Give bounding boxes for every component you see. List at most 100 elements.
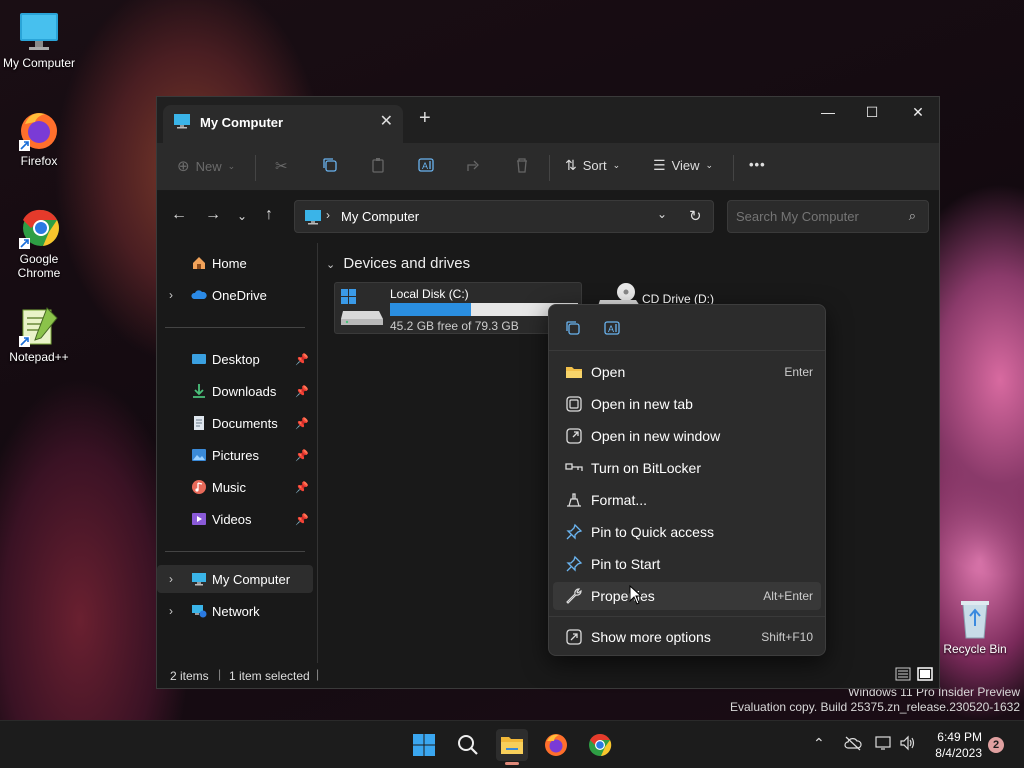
recent-locations-button[interactable]: ⌄: [237, 209, 247, 223]
clock[interactable]: 6:49 PM 8/4/2023: [922, 729, 982, 761]
delete-button[interactable]: [514, 157, 530, 173]
copy-icon[interactable]: [565, 320, 581, 339]
show-hidden-icons-button[interactable]: ⌃: [813, 735, 825, 752]
desktop-icon-notepadpp[interactable]: Notepad++: [1, 304, 77, 364]
maximize-button[interactable]: ☐: [849, 97, 895, 127]
search-button[interactable]: [452, 729, 484, 761]
status-bar: 2 items | 1 item selected |: [157, 664, 939, 688]
menu-item-label: Open in new window: [591, 428, 721, 444]
cloud-offline-icon[interactable]: [844, 735, 862, 754]
more-options-icon: [565, 628, 583, 646]
hard-drive-icon: [339, 287, 383, 330]
view-button[interactable]: ☰ View ⌄: [653, 157, 713, 174]
divider: [255, 155, 256, 181]
start-button[interactable]: [408, 729, 440, 761]
sidebar-item-my-computer[interactable]: › My Computer: [157, 565, 313, 593]
chevron-right-icon[interactable]: ›: [169, 604, 173, 618]
pin-icon[interactable]: 📌: [295, 481, 309, 494]
rename-icon[interactable]: A: [604, 320, 622, 339]
new-button[interactable]: ⊕ New ⌄: [177, 157, 235, 175]
pin-icon[interactable]: 📌: [295, 353, 309, 366]
address-path: My Computer: [341, 209, 420, 224]
volume-icon[interactable]: [899, 735, 917, 754]
tab-my-computer[interactable]: My Computer ✕: [163, 105, 403, 143]
new-tab-button[interactable]: +: [419, 107, 431, 130]
menu-item-label: Show more options: [591, 629, 711, 645]
group-header[interactable]: ⌄ Devices and drives: [326, 255, 470, 272]
network-icon[interactable]: [875, 735, 893, 754]
plus-circle-icon: ⊕: [177, 158, 190, 175]
menu-item-bitlocker[interactable]: Turn on BitLocker: [553, 454, 821, 482]
address-bar[interactable]: › My Computer ⌄ ↻: [294, 200, 714, 233]
menu-item-show-more-options[interactable]: Show more options Shift+F10: [553, 623, 821, 651]
desktop-icon-chrome[interactable]: Google Chrome: [1, 206, 77, 280]
tab-title: My Computer: [200, 115, 284, 130]
forward-button[interactable]: →: [205, 206, 221, 224]
share-button[interactable]: [466, 157, 482, 173]
minimize-button[interactable]: —: [805, 97, 851, 127]
context-menu: A Open Enter Open in new tab Open in new…: [548, 304, 826, 656]
tiles-view-icon[interactable]: [917, 666, 933, 685]
pin-icon[interactable]: 📌: [295, 449, 309, 462]
sidebar-item-documents[interactable]: Documents 📌: [157, 409, 313, 437]
sidebar-item-downloads[interactable]: Downloads 📌: [157, 377, 313, 405]
see-more-button[interactable]: •••: [749, 157, 766, 172]
pin-icon[interactable]: 📌: [295, 513, 309, 526]
sidebar-item-pictures[interactable]: Pictures 📌: [157, 441, 313, 469]
svg-text:A: A: [608, 324, 614, 334]
chevron-right-icon[interactable]: ›: [169, 288, 173, 302]
divider: [165, 327, 305, 328]
menu-item-pin-start[interactable]: Pin to Start: [553, 550, 821, 578]
pin-icon[interactable]: 📌: [295, 385, 309, 398]
pictures-icon: [191, 447, 207, 463]
format-icon: [565, 491, 583, 509]
rename-button[interactable]: A: [418, 157, 436, 173]
cut-button[interactable]: ✂: [275, 157, 288, 175]
sidebar-item-desktop[interactable]: Desktop 📌: [157, 345, 313, 373]
sidebar-item-home[interactable]: Home: [157, 249, 313, 277]
notification-badge[interactable]: 2: [988, 737, 1004, 753]
new-window-icon: [565, 427, 583, 445]
chevron-down-icon[interactable]: ⌄: [657, 207, 667, 221]
tab-close-button[interactable]: ✕: [380, 111, 393, 131]
sidebar-item-network[interactable]: › Network: [157, 597, 313, 625]
menu-item-pin-quick-access[interactable]: Pin to Quick access: [553, 518, 821, 546]
navigation-pane: Home › OneDrive Desktop 📌 Downloads 📌 Do…: [157, 243, 315, 663]
item-count: 2 items: [170, 669, 209, 683]
chevron-right-icon[interactable]: ›: [169, 572, 173, 586]
notepadpp-icon: [17, 304, 61, 348]
sort-button[interactable]: ⇅ Sort ⌄: [565, 157, 620, 174]
menu-item-label: Open in new tab: [591, 396, 693, 412]
sidebar-item-videos[interactable]: Videos 📌: [157, 505, 313, 533]
paste-button[interactable]: [370, 157, 386, 173]
desktop-icon-recycle-bin[interactable]: Recycle Bin: [937, 596, 1013, 656]
sidebar-item-onedrive[interactable]: › OneDrive: [157, 281, 313, 309]
menu-item-properties[interactable]: Properties Alt+Enter: [553, 582, 821, 610]
drive-local-disk-c[interactable]: Local Disk (C:) 45.2 GB free of 79.3 GB: [334, 282, 582, 334]
details-view-icon[interactable]: [895, 666, 911, 685]
copy-button[interactable]: [322, 157, 338, 173]
monitor-icon: [173, 113, 191, 132]
key-icon: [565, 459, 583, 477]
desktop-icon-firefox[interactable]: Firefox: [1, 108, 77, 168]
close-button[interactable]: ✕: [895, 97, 941, 127]
pin-icon[interactable]: 📌: [295, 417, 309, 430]
back-button[interactable]: ←: [171, 206, 187, 224]
search-box[interactable]: ⌕: [727, 200, 929, 233]
menu-item-open[interactable]: Open Enter: [553, 358, 821, 386]
refresh-icon[interactable]: ↻: [689, 207, 702, 225]
taskbar-chrome[interactable]: [584, 729, 616, 761]
desktop-icon-my-computer[interactable]: My Computer: [1, 10, 77, 70]
search-input[interactable]: [736, 209, 896, 224]
taskbar-file-explorer[interactable]: [496, 729, 528, 765]
trash-icon: [517, 158, 527, 173]
sidebar-item-music[interactable]: Music 📌: [157, 473, 313, 501]
up-button[interactable]: ↑: [265, 206, 273, 224]
menu-item-label: Pin to Quick access: [591, 524, 714, 540]
menu-item-open-new-window[interactable]: Open in new window: [553, 422, 821, 450]
menu-item-format[interactable]: Format...: [553, 486, 821, 514]
taskbar-firefox[interactable]: [540, 729, 572, 761]
menu-item-open-new-tab[interactable]: Open in new tab: [553, 390, 821, 418]
more-icon: •••: [749, 157, 766, 172]
divider: [733, 155, 734, 181]
